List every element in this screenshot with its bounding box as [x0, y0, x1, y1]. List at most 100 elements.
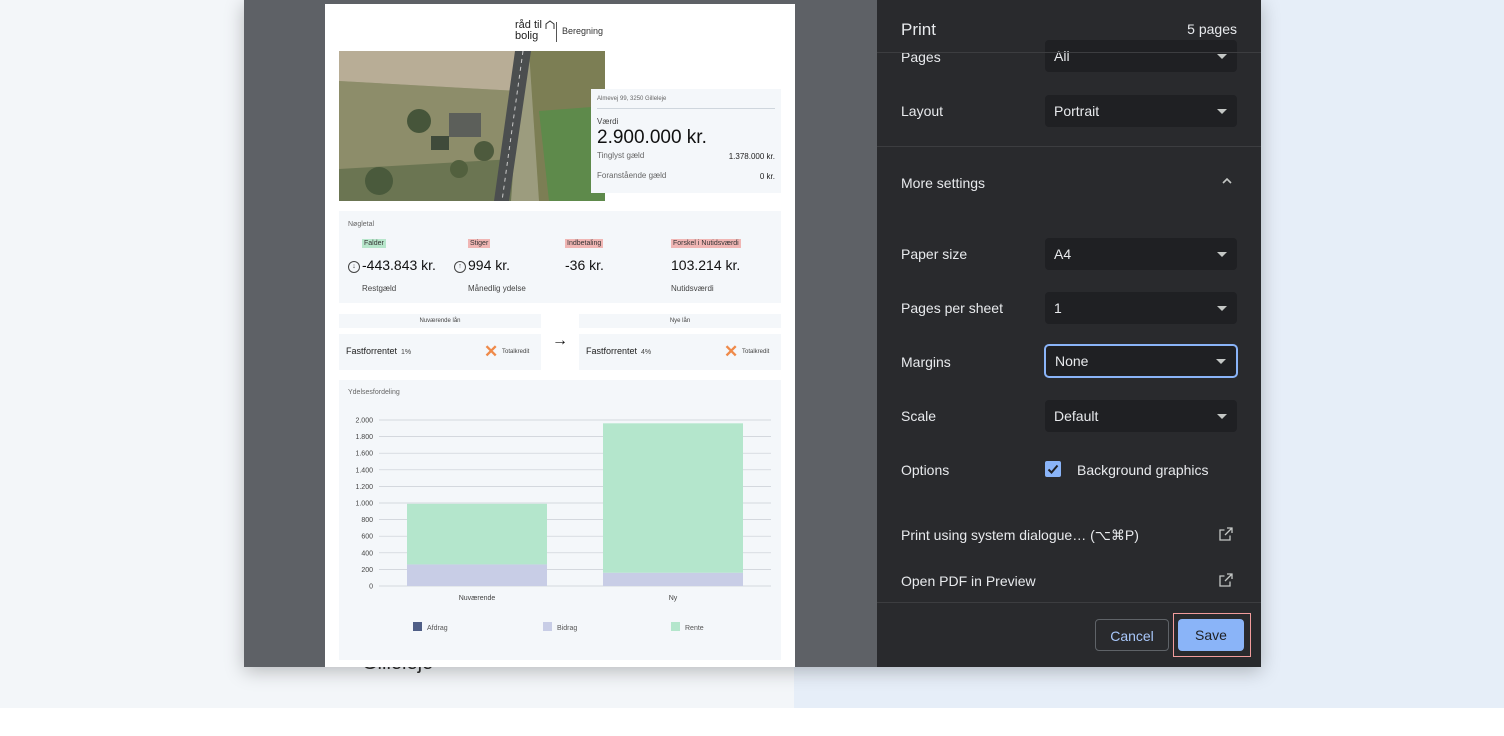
caret-down-icon — [1217, 306, 1227, 311]
margins-value: None — [1055, 353, 1089, 369]
loan-name: Fastforrentet 4% — [586, 346, 652, 356]
arrow-up-icon: ↑ — [454, 261, 466, 273]
bar-bidrag-1 — [603, 572, 743, 586]
house-icon — [545, 20, 555, 29]
background-bottom — [0, 708, 1504, 736]
status-badge: Stiger — [468, 239, 491, 248]
metric-label: Månedlig ydelse — [468, 284, 526, 293]
legend-label: Rente — [685, 625, 704, 632]
tinglyst-label: Tinglyst gæld — [597, 151, 645, 160]
system-dialog-link[interactable]: Print using system dialogue… (⌥⌘P) — [901, 527, 1139, 544]
metric-label: Nutidsværdi — [671, 284, 714, 293]
save-button[interactable]: Save — [1178, 619, 1244, 651]
y-tick-label: 400 — [361, 550, 373, 557]
print-settings-panel: Print 5 pages Pages All Layout Portrait … — [877, 0, 1261, 667]
spacer — [877, 504, 1261, 505]
y-tick-label: 1.600 — [355, 451, 373, 458]
pages-per-sheet-value: 1 — [1054, 300, 1062, 316]
property-value-card: Almevej 99, 3250 Gilleleje Værdi 2.900.0… — [591, 89, 781, 193]
scale-select[interactable]: Default — [1045, 400, 1237, 432]
background-graphics-checkbox[interactable] — [1045, 461, 1061, 477]
card-divider — [597, 108, 775, 109]
status-badge: Forskel i Nutidsværdi — [671, 239, 741, 248]
aerial-photo — [339, 51, 605, 201]
metric-indbetaling: Indbetaling -36 kr. — [565, 239, 673, 299]
legend-label: Afdrag — [427, 625, 448, 632]
caret-down-icon — [1217, 414, 1227, 419]
caret-down-icon — [1217, 54, 1227, 59]
y-tick-label: 1.400 — [355, 467, 373, 474]
more-settings-toggle[interactable]: More settings — [901, 175, 985, 191]
section-title: Beregning — [562, 26, 604, 36]
bar-rente-1 — [603, 423, 743, 573]
paper-size-select[interactable]: A4 — [1045, 238, 1237, 270]
layout-label: Layout — [901, 103, 944, 119]
lender-logo-icon: ✕ — [484, 342, 499, 361]
checkmark-icon — [1047, 464, 1059, 474]
print-dialog: råd til bolig Beregning Almevej 99, 3250… — [244, 0, 1261, 667]
keyfigures-card: Nøgletal Falder ↓ -443.843 kr. Restgæld … — [339, 211, 781, 303]
new-loan-card: Fastforrentet 4% ✕ Totalkredit — [579, 334, 781, 370]
status-badge: Falder — [362, 239, 386, 248]
metric-value: -36 kr. — [565, 257, 604, 273]
paper-size-value: A4 — [1054, 246, 1072, 262]
legend-label: Bidrag — [557, 625, 577, 632]
open-external-icon[interactable] — [1219, 573, 1233, 587]
loan-name: Fastforrentet 1% — [346, 346, 412, 356]
y-tick-label: 1.000 — [355, 501, 373, 508]
legend-swatch — [543, 622, 552, 631]
property-value: 2.900.000 kr. — [597, 127, 707, 148]
y-tick-label: 0 — [369, 584, 373, 591]
foranstaende-value: 0 kr. — [759, 172, 775, 181]
x-tick-label: Ny — [669, 595, 678, 602]
layout-select[interactable]: Portrait — [1045, 95, 1237, 127]
pages-select[interactable]: All — [1045, 40, 1237, 72]
layout-value: Portrait — [1054, 103, 1100, 119]
open-external-icon[interactable] — [1219, 527, 1233, 541]
page-count: 5 pages — [1187, 21, 1237, 37]
legend-swatch — [671, 622, 680, 631]
value-label: Værdi — [597, 117, 619, 126]
margins-label: Margins — [901, 354, 951, 370]
cancel-button[interactable]: Cancel — [1095, 619, 1169, 651]
metric-value: 994 kr. — [468, 257, 511, 273]
logo-separator — [556, 22, 557, 42]
metric-restgaeld: Falder ↓ -443.843 kr. Restgæld — [348, 239, 456, 299]
lender-name: Totalkredit — [742, 349, 770, 355]
bar-bidrag-0 — [407, 564, 547, 586]
bar-rente-0 — [407, 503, 547, 565]
tinglyst-value: 1.378.000 kr. — [728, 152, 775, 161]
y-tick-label: 2.000 — [355, 418, 373, 425]
background-graphics-label[interactable]: Background graphics — [1077, 462, 1209, 478]
print-preview[interactable]: råd til bolig Beregning Almevej 99, 3250… — [244, 0, 877, 667]
caret-down-icon — [1217, 109, 1227, 114]
pages-value: All — [1054, 48, 1070, 64]
panel-title: Print — [901, 20, 936, 39]
y-tick-label: 1.800 — [355, 434, 373, 441]
pages-per-sheet-select[interactable]: 1 — [1045, 292, 1237, 324]
margins-select[interactable]: None — [1045, 345, 1237, 377]
pages-per-sheet-label: Pages per sheet — [901, 300, 1003, 316]
open-pdf-link[interactable]: Open PDF in Preview — [901, 573, 1036, 589]
lender-logo-icon: ✕ — [724, 342, 739, 361]
footer-divider — [877, 602, 1261, 603]
metric-label: Restgæld — [362, 284, 397, 293]
chevron-up-icon[interactable] — [1221, 175, 1233, 187]
metric-nutidsvaerdi: Forskel i Nutidsværdi 103.214 kr. Nutids… — [671, 239, 779, 299]
caret-down-icon — [1217, 252, 1227, 257]
brand-name: råd til bolig — [515, 19, 542, 42]
y-tick-label: 800 — [361, 517, 373, 524]
y-tick-label: 200 — [361, 567, 373, 574]
new-loan-header: Nye lån — [579, 314, 781, 328]
metric-value: -443.843 kr. — [362, 257, 436, 273]
y-tick-label: 1.200 — [355, 484, 373, 491]
metric-ydelse: Stiger ↑ 994 kr. Månedlig ydelse — [454, 239, 562, 299]
keyfigures-title: Nøgletal — [348, 221, 375, 228]
x-tick-label: Nuværende — [459, 595, 496, 602]
metric-value: 103.214 kr. — [671, 257, 741, 273]
section-divider — [877, 146, 1261, 147]
caret-down-icon — [1216, 359, 1226, 364]
brand-logo: råd til bolig Beregning — [515, 20, 635, 44]
current-loan-header: Nuværende lån — [339, 314, 541, 328]
current-loan-card: Fastforrentet 1% ✕ Totalkredit — [339, 334, 541, 370]
